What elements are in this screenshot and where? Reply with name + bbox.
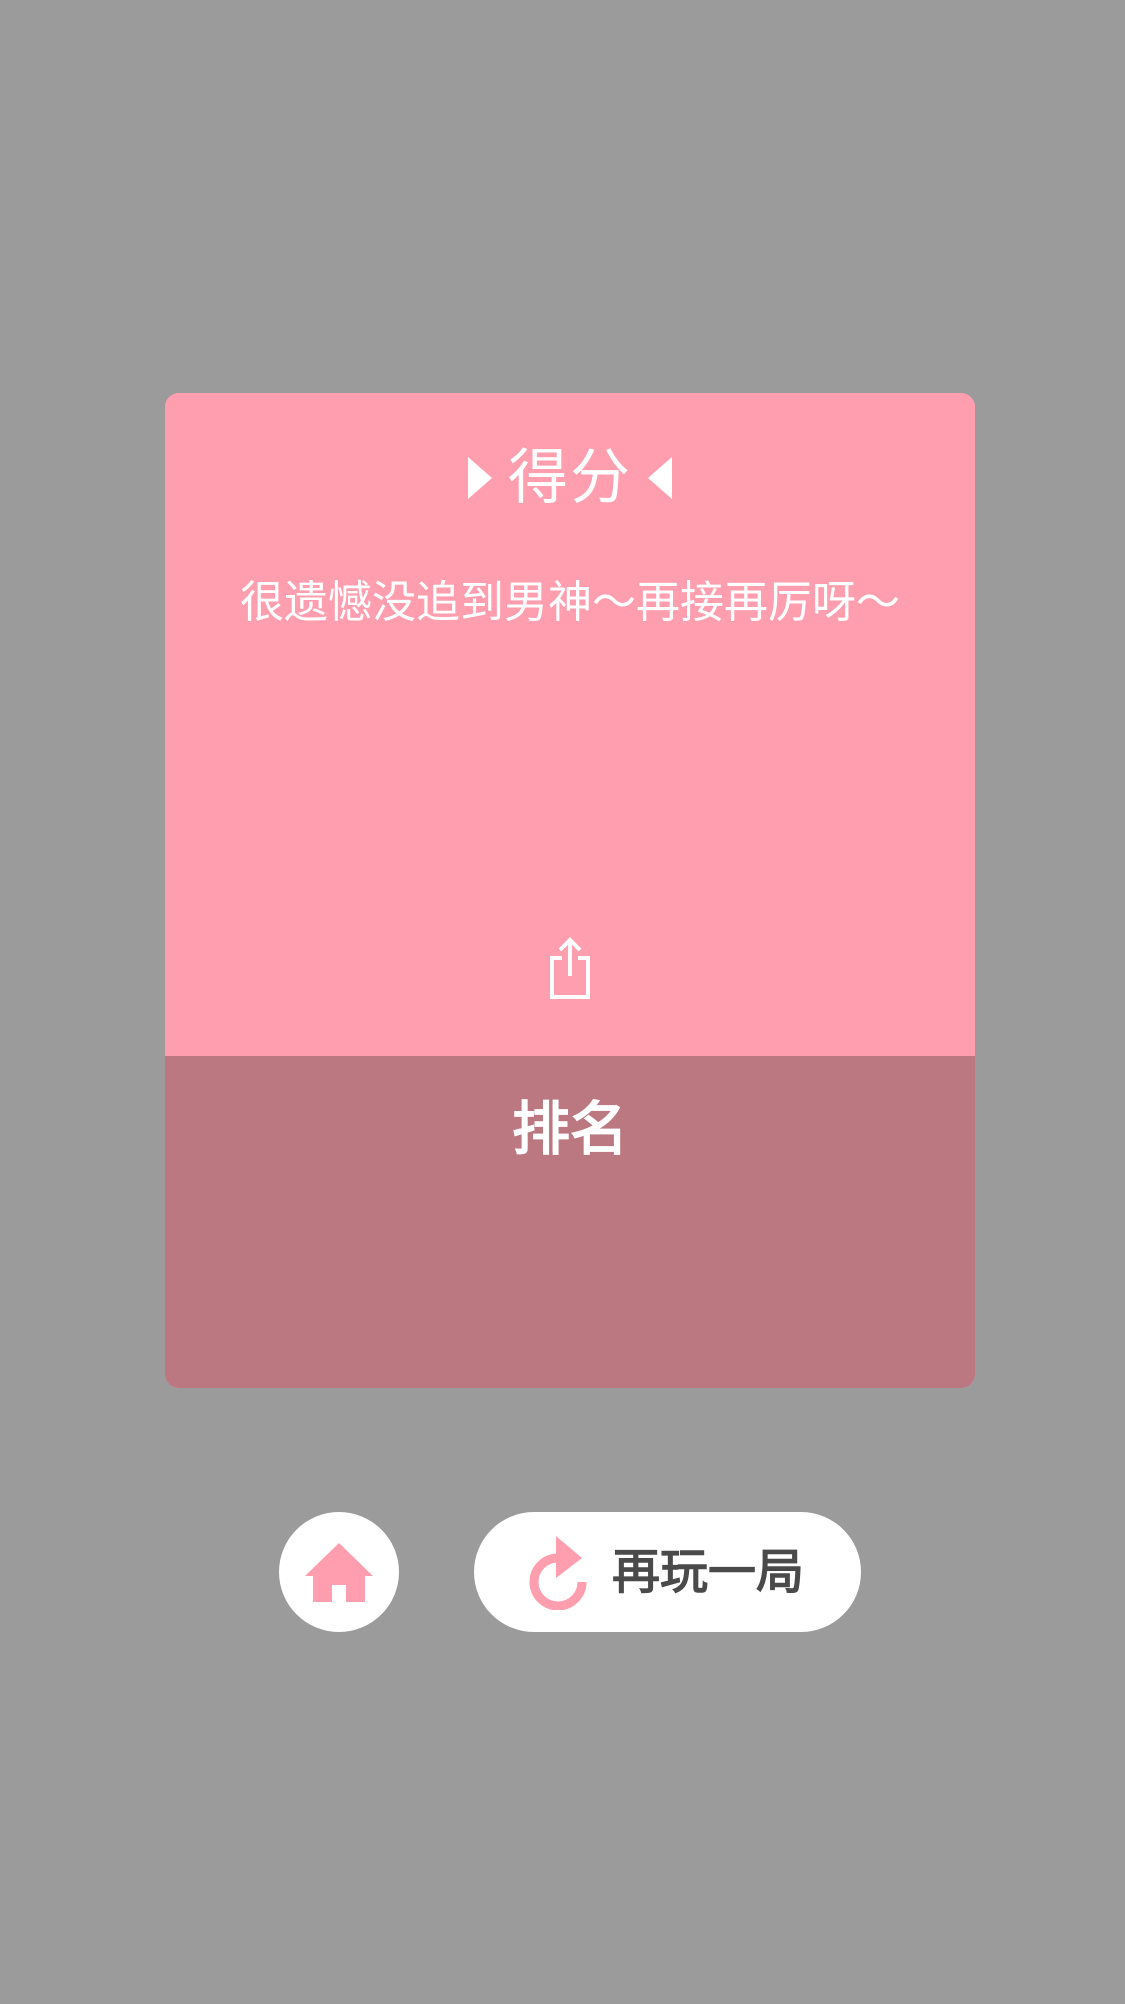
refresh-icon <box>529 1536 587 1610</box>
score-title: 得分 <box>508 443 632 513</box>
share-icon <box>550 937 590 999</box>
home-icon <box>305 1543 373 1602</box>
score-section: 得分 很遗憾没追到男神～再接再厉呀～ <box>165 393 975 1056</box>
replay-label: 再玩一局 <box>612 1544 805 1600</box>
share-button[interactable] <box>535 933 605 1003</box>
rank-title: 排名 <box>511 1095 628 1163</box>
triangle-left-icon <box>648 457 672 499</box>
triangle-right-icon <box>468 457 492 499</box>
result-card: 得分 很遗憾没追到男神～再接再厉呀～ 排名 <box>165 393 975 1388</box>
rank-section: 排名 <box>165 1056 975 1388</box>
replay-button[interactable]: 再玩一局 <box>474 1512 861 1632</box>
home-button[interactable] <box>279 1512 399 1632</box>
score-header: 得分 <box>165 443 975 513</box>
result-message: 很遗憾没追到男神～再接再厉呀～ <box>240 577 900 628</box>
